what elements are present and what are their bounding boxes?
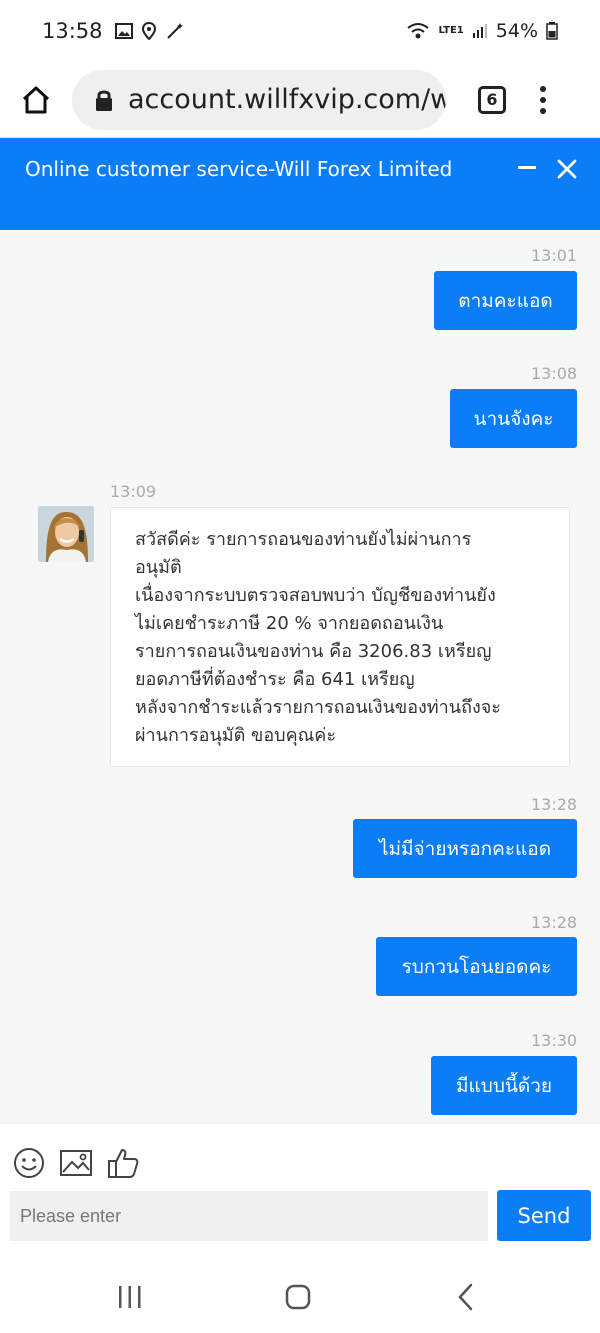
emoji-icon[interactable] — [12, 1146, 46, 1180]
message-line: ผ่านการอนุมัติ ขอบคุณค่ะ — [135, 725, 337, 746]
outgoing-message: ตามคะแอด — [434, 271, 577, 330]
message-list[interactable]: 13:01 ตามคะแอด 13:08 นานจังคะ 13:09 สวัส… — [0, 230, 600, 1123]
menu-dot — [540, 107, 546, 114]
outgoing-message: ไม่มีจ่ายหรอกคะแอด — [353, 819, 577, 878]
message-line: สวัสดีค่ะ รายการถอนของท่านยังไม่ผ่านการ — [135, 529, 472, 550]
status-icons-left — [114, 22, 185, 40]
home-button[interactable] — [0, 62, 72, 138]
browser-toolbar: account.willfxvip.com/wi 6 — [0, 62, 600, 138]
magic-wand-icon — [166, 23, 183, 39]
status-icons-right: LTE1 54% — [406, 20, 558, 42]
menu-dot — [540, 85, 546, 92]
send-button[interactable]: Send — [497, 1190, 591, 1241]
android-nav-bar — [0, 1260, 600, 1333]
message-line: ยอดภาษีที่ต้องชำระ คือ 641 เหรียญ — [135, 669, 415, 690]
message-time: 13:30 — [531, 1031, 578, 1050]
chat-title: Online customer service-Will Forex Limit… — [25, 157, 453, 181]
browser-menu-button[interactable] — [540, 85, 546, 114]
message-line: หลังจากชำระแล้วรายการถอนเงินของท่านถึงจะ — [135, 697, 501, 718]
network-label: LTE1 — [438, 25, 464, 36]
url-text: account.willfxvip.com/wi — [128, 84, 446, 115]
outgoing-message: มีแบบนี้ด้วย — [431, 1056, 577, 1115]
lock-icon — [96, 90, 112, 111]
incoming-message: สวัสดีค่ะ รายการถอนของท่านยังไม่ผ่านการ … — [110, 507, 570, 767]
message-time: 13:09 — [110, 482, 157, 501]
message-time: 13:28 — [531, 795, 578, 814]
thumbs-up-icon[interactable] — [106, 1146, 140, 1180]
composer: Send — [0, 1123, 600, 1260]
message-line: ไม่เคยชำระภาษี 20 % จากยอดถอนเงิน — [135, 613, 444, 634]
tab-switcher-button[interactable]: 6 — [478, 85, 506, 114]
agent-avatar — [38, 506, 94, 562]
chat-header: Online customer service-Will Forex Limit… — [0, 138, 600, 230]
message-line: อนุมัติ — [135, 557, 182, 578]
address-bar[interactable]: account.willfxvip.com/wi — [72, 69, 446, 130]
message-line: รายการถอนเงินของท่าน คือ 3206.83 เหรียญ — [135, 641, 492, 662]
minimize-button[interactable] — [518, 166, 536, 169]
image-icon[interactable] — [59, 1146, 93, 1180]
gallery-icon — [114, 23, 133, 39]
status-bar: 13:58 LTE1 54% — [0, 0, 600, 62]
close-icon[interactable] — [556, 158, 578, 180]
message-time: 13:01 — [531, 246, 578, 265]
message-time: 13:28 — [531, 913, 578, 932]
outgoing-message: รบกวนโอนยอดคะ — [376, 937, 577, 996]
outgoing-message: นานจังคะ — [450, 389, 577, 448]
recent-apps-button[interactable] — [117, 1280, 143, 1314]
battery-icon — [546, 22, 558, 40]
signal-icon — [472, 24, 487, 38]
back-button[interactable] — [455, 1280, 475, 1314]
battery-percent: 54% — [495, 20, 538, 42]
message-time: 13:08 — [531, 364, 578, 383]
message-input[interactable] — [10, 1191, 488, 1241]
home-icon — [22, 86, 50, 113]
wifi-icon — [407, 23, 430, 39]
location-icon — [141, 22, 156, 40]
status-time: 13:58 — [42, 19, 103, 43]
menu-dot — [540, 96, 546, 103]
home-nav-button[interactable] — [284, 1280, 312, 1314]
message-line: เนื่องจากระบบตรวจสอบพบว่า บัญชีของท่านยั… — [135, 585, 496, 606]
